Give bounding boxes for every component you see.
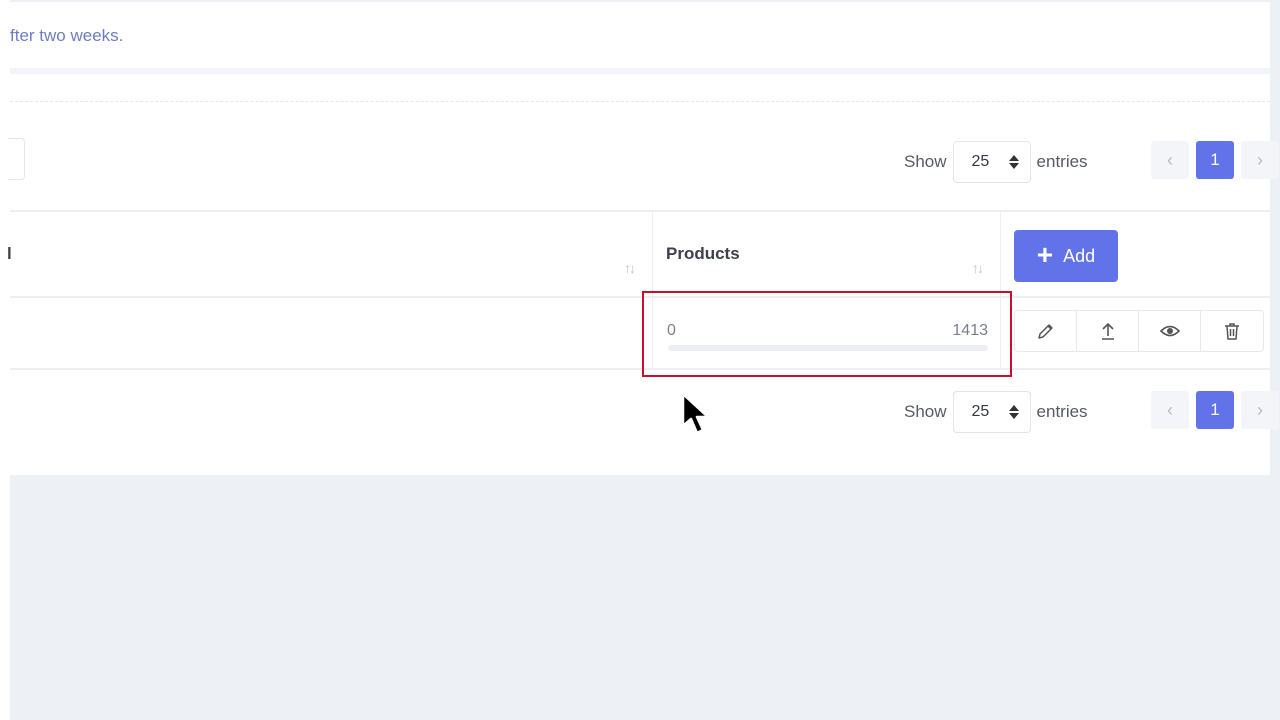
entries-select[interactable]: 25 (952, 391, 1031, 433)
sort-icon[interactable]: ↑↓ (972, 260, 984, 276)
add-button-label: Add (1063, 245, 1096, 266)
view-button[interactable] (1139, 311, 1201, 351)
page-1-button[interactable]: 1 (1196, 141, 1234, 179)
row-actions (1014, 310, 1264, 352)
select-arrows-icon (1008, 155, 1019, 169)
show-label: Show (904, 152, 947, 171)
prev-page-button[interactable]: ‹ (1151, 391, 1189, 429)
dashed-divider (10, 101, 1270, 102)
add-button[interactable]: + Add (1014, 230, 1118, 282)
pagination-bottom: ‹ 1 › (1151, 391, 1279, 429)
progress-max: 1413 (952, 322, 988, 339)
entries-select-value: 25 (971, 153, 990, 170)
left-edge (0, 0, 10, 720)
header-products[interactable]: Products (666, 244, 740, 264)
select-arrows-icon (1008, 405, 1019, 419)
next-page-button[interactable]: › (1241, 391, 1279, 429)
entries-label: entries (1036, 152, 1088, 171)
products-card: Show 25 entries ‹ 1 › l ↑↓ Products ↑↓ +… (7, 74, 1279, 475)
show-label: Show (904, 402, 947, 421)
header-name-column-fragment[interactable]: l (7, 244, 12, 264)
search-input[interactable] (8, 138, 25, 180)
chevron-left-icon: ‹ (1167, 399, 1173, 420)
edit-button[interactable] (1015, 311, 1077, 351)
upload-icon (1101, 322, 1114, 340)
pencil-icon (1037, 324, 1053, 339)
mouse-cursor-icon (681, 392, 710, 435)
page-1-button[interactable]: 1 (1196, 391, 1234, 429)
trash-icon (1225, 323, 1239, 340)
eye-icon (1159, 325, 1180, 337)
plus-icon: + (1036, 239, 1054, 270)
entries-label: entries (1036, 402, 1088, 421)
chevron-right-icon: › (1257, 149, 1263, 170)
progress-min: 0 (667, 322, 676, 339)
sort-icon[interactable]: ↑↓ (624, 260, 636, 276)
column-divider (1000, 212, 1001, 298)
page-number: 1 (1210, 400, 1220, 419)
entries-select-value: 25 (971, 403, 990, 420)
chevron-right-icon: › (1257, 399, 1263, 420)
entries-select[interactable]: 25 (952, 141, 1031, 183)
pagination-top: ‹ 1 › (1151, 141, 1279, 179)
page-number: 1 (1210, 150, 1220, 169)
chevron-left-icon: ‹ (1167, 149, 1173, 170)
prev-page-button[interactable]: ‹ (1151, 141, 1189, 179)
notice-banner: fter two weeks. (10, 0, 1270, 68)
column-divider (652, 212, 653, 298)
delete-button[interactable] (1201, 311, 1263, 351)
notice-text: fter two weeks. (10, 26, 124, 45)
upload-button[interactable] (1077, 311, 1139, 351)
table-row: 0 1413 (10, 291, 1270, 377)
length-control-top: Show 25 entries (904, 141, 1088, 183)
next-page-button[interactable]: › (1241, 141, 1279, 179)
products-progress-cell: 0 1413 (642, 291, 1012, 377)
progress-bar (668, 345, 988, 351)
table-header: l ↑↓ Products ↑↓ + Add (7, 210, 1270, 298)
length-control-bottom: Show 25 entries (904, 391, 1088, 433)
